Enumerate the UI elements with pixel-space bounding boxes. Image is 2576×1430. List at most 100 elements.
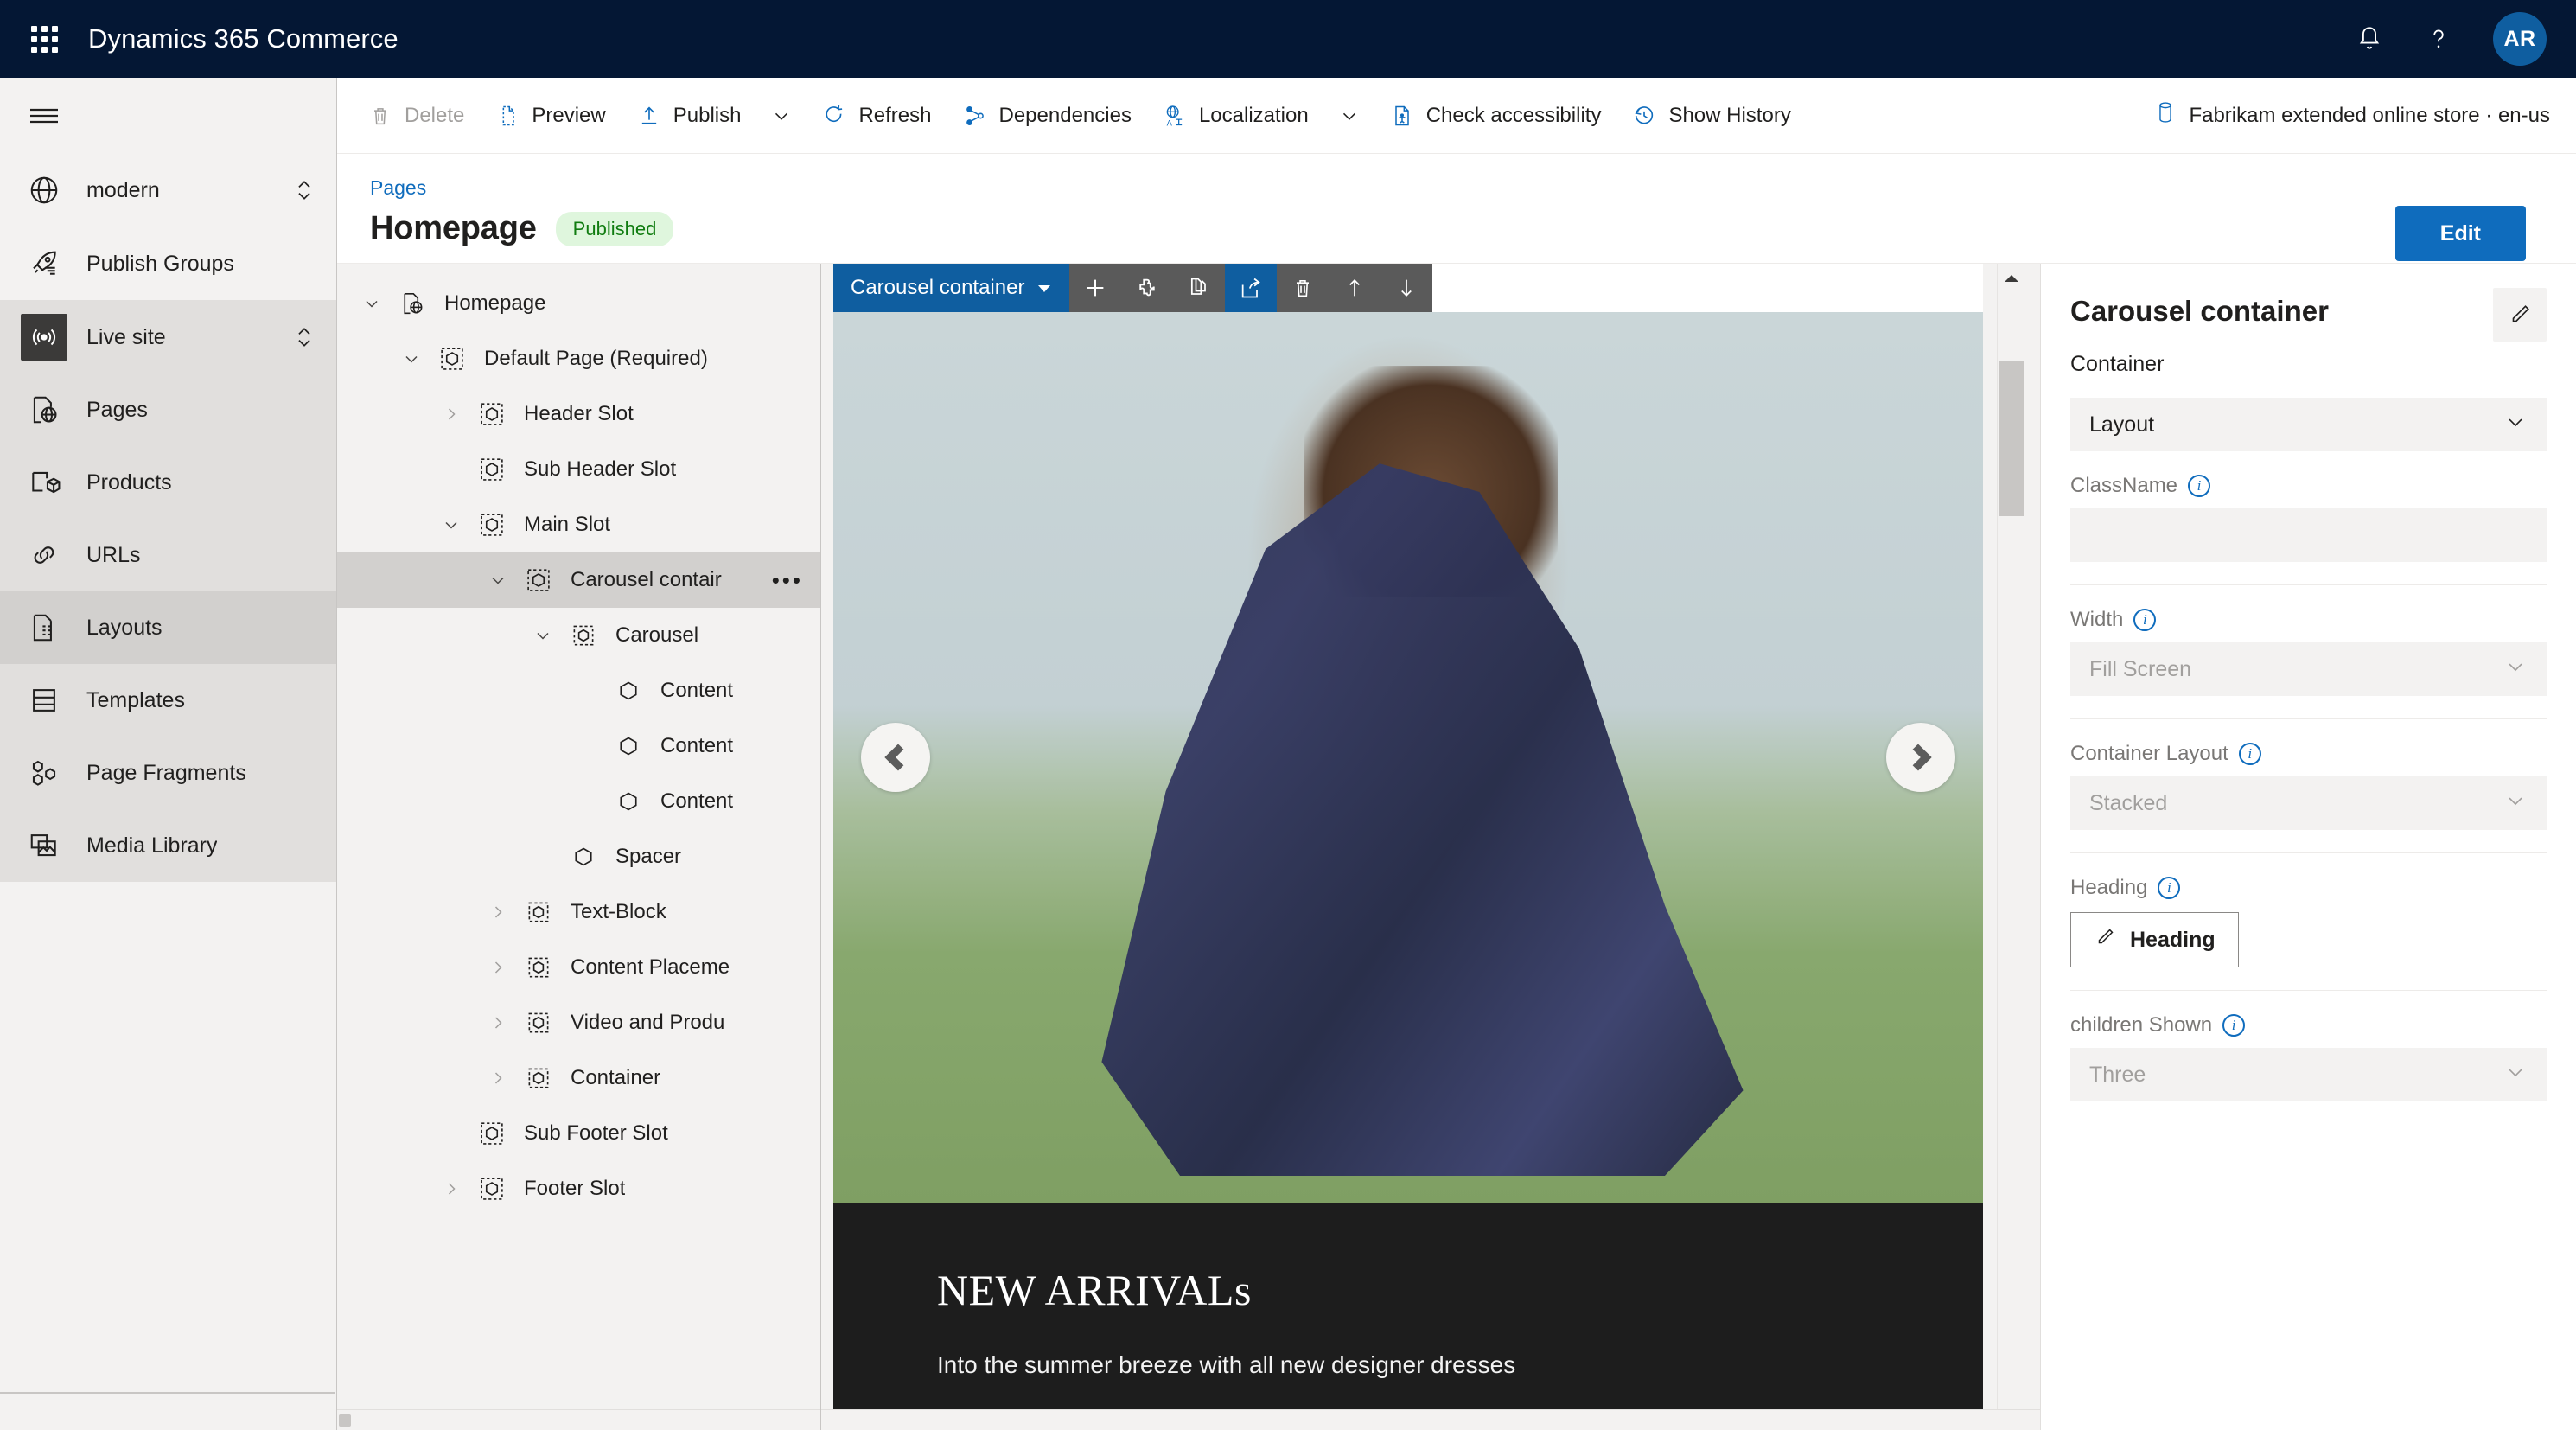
check-accessibility-button[interactable]: Check accessibility — [1374, 89, 1617, 143]
chevron-right-icon — [1904, 744, 1932, 771]
sidebar-item-products[interactable]: Products — [0, 446, 336, 519]
pencil-edit-icon[interactable] — [2493, 288, 2547, 342]
link-icon — [21, 539, 67, 571]
tree-node-header-slot[interactable]: Header Slot — [337, 386, 820, 442]
sidebar-item-layouts[interactable]: Layouts — [0, 591, 336, 664]
command-label: Publish — [673, 103, 742, 127]
sidebar-item-publish-groups[interactable]: Publish Groups — [0, 227, 336, 300]
info-icon[interactable]: i — [2222, 1014, 2246, 1037]
sidebar-item-modern[interactable]: modern — [0, 154, 336, 227]
delete-button[interactable]: Delete — [353, 89, 480, 143]
scroll-up-arrow-icon[interactable] — [1998, 264, 2024, 293]
canvas-vertical-scrollbar[interactable] — [1997, 264, 2024, 1409]
page-outline-tree: Homepage Default Page (Required) Header … — [337, 264, 821, 1430]
chevron-right-icon[interactable] — [475, 957, 520, 978]
properties-section-select[interactable]: Layout — [2070, 398, 2547, 451]
sidebar-item-templates[interactable]: Templates — [0, 664, 336, 737]
tree-node-sub-header-slot[interactable]: Sub Header Slot — [337, 442, 820, 497]
publish-chevron-down-icon[interactable] — [756, 89, 807, 143]
tree-node-footer-slot[interactable]: Footer Slot — [337, 1161, 820, 1216]
waffle-grid-icon[interactable] — [24, 19, 64, 59]
tree-node-main-slot[interactable]: Main Slot — [337, 497, 820, 552]
tree-node-sub-footer-slot[interactable]: Sub Footer Slot — [337, 1106, 820, 1161]
localization-button[interactable]: A Localization — [1147, 89, 1324, 143]
children-shown-select[interactable]: Three — [2070, 1048, 2547, 1101]
tree-node-content-2[interactable]: Content — [337, 718, 820, 774]
localization-chevron-down-icon[interactable] — [1324, 89, 1374, 143]
chevron-right-icon[interactable] — [475, 1012, 520, 1033]
tree-scroll-thumb[interactable] — [339, 1414, 351, 1427]
info-icon[interactable]: i — [2238, 743, 2261, 765]
chevron-down-icon[interactable] — [429, 514, 474, 535]
carousel-prev-button[interactable] — [861, 723, 930, 792]
chevron-down-icon[interactable] — [389, 348, 434, 369]
container-layout-select[interactable]: Stacked — [2070, 776, 2547, 830]
share-icon[interactable] — [1225, 264, 1278, 312]
edit-button[interactable]: Edit — [2394, 206, 2526, 261]
tree-node-container[interactable]: Container — [337, 1050, 820, 1106]
info-icon[interactable]: i — [2133, 609, 2157, 631]
info-icon[interactable]: i — [2158, 877, 2181, 899]
fragment-icon[interactable] — [1121, 264, 1173, 312]
width-select[interactable]: Fill Screen — [2070, 642, 2547, 696]
sidebar-item-media-library[interactable]: Media Library — [0, 809, 336, 882]
command-label: Delete — [405, 103, 465, 127]
question-mark-icon[interactable] — [2424, 24, 2453, 54]
module-name-dropdown[interactable]: Carousel container — [833, 264, 1070, 312]
tree-node-homepage[interactable]: Homepage — [337, 276, 820, 331]
dependencies-button[interactable]: Dependencies — [947, 89, 1147, 143]
copy-icon[interactable] — [1173, 264, 1225, 312]
tree-node-spacer[interactable]: Spacer — [337, 829, 820, 884]
chevron-down-icon[interactable] — [520, 625, 565, 646]
sidebar-item-page-fragments[interactable]: Page Fragments — [0, 737, 336, 809]
trash-icon[interactable] — [1277, 264, 1329, 312]
tree-node-video-and-product[interactable]: Video and Produ — [337, 995, 820, 1050]
move-up-icon[interactable] — [1329, 264, 1380, 312]
chevron-right-icon[interactable] — [475, 902, 520, 922]
tree-node-carousel[interactable]: Carousel — [337, 608, 820, 663]
avatar[interactable]: AR — [2493, 12, 2547, 66]
chevron-down-icon[interactable] — [349, 293, 394, 314]
container-layout-value: Stacked — [2089, 790, 2168, 815]
sidebar-item-urls[interactable]: URLs — [0, 519, 336, 591]
tree-node-content-3[interactable]: Content — [337, 774, 820, 829]
tree-node-content-1[interactable]: Content — [337, 663, 820, 718]
bell-icon[interactable] — [2355, 24, 2384, 54]
tree-node-label: Footer Slot — [524, 1177, 626, 1200]
tree-node-default-page[interactable]: Default Page (Required) — [337, 331, 820, 386]
refresh-button[interactable]: Refresh — [807, 89, 947, 143]
add-plus-icon[interactable] — [1069, 264, 1121, 312]
classname-input[interactable] — [2070, 508, 2547, 562]
chevron-right-icon[interactable] — [475, 1068, 520, 1088]
heading-edit-button[interactable]: Heading — [2070, 912, 2239, 967]
show-history-button[interactable]: Show History — [1616, 89, 1806, 143]
chevron-right-icon[interactable] — [429, 404, 474, 425]
canvas-scroll-thumb[interactable] — [1999, 361, 2024, 516]
chevron-down-icon — [1036, 276, 1052, 300]
preview-button[interactable]: Preview — [480, 89, 621, 143]
tree-node-content-placement[interactable]: Content Placeme — [337, 940, 820, 995]
field-label: Heading i — [2070, 876, 2547, 900]
sidebar-item-live-site[interactable]: Live site — [0, 301, 336, 373]
tree-horizontal-scrollbar[interactable] — [337, 1409, 820, 1430]
breadcrumb[interactable]: Pages — [370, 176, 426, 200]
publish-button[interactable]: Publish — [622, 89, 757, 143]
sidebar-item-label: URLs — [86, 542, 141, 567]
sidebar-item-pages[interactable]: Pages — [0, 373, 336, 446]
broadcast-icon — [21, 314, 67, 361]
expand-collapse-icon[interactable] — [291, 322, 317, 352]
field-heading: Heading i Heading — [2070, 853, 2547, 967]
tree-node-carousel-container[interactable]: Carousel contair ••• — [337, 552, 820, 608]
carousel-next-button[interactable] — [1886, 723, 1955, 792]
canvas-horizontal-scrollbar[interactable] — [821, 1409, 2040, 1430]
expand-collapse-icon[interactable] — [291, 176, 317, 205]
chevron-down-icon[interactable] — [475, 570, 520, 591]
chevron-right-icon[interactable] — [429, 1178, 474, 1199]
tree-node-text-block[interactable]: Text-Block — [337, 884, 820, 940]
publish-upload-icon — [637, 104, 661, 128]
info-icon[interactable]: i — [2188, 475, 2211, 497]
hamburger-menu-icon[interactable] — [21, 93, 67, 139]
move-down-icon[interactable] — [1380, 264, 1432, 312]
channel-selector[interactable]: Fabrikam extended online store · en-us — [2154, 100, 2550, 131]
tree-node-more-options-icon[interactable]: ••• — [763, 568, 812, 591]
